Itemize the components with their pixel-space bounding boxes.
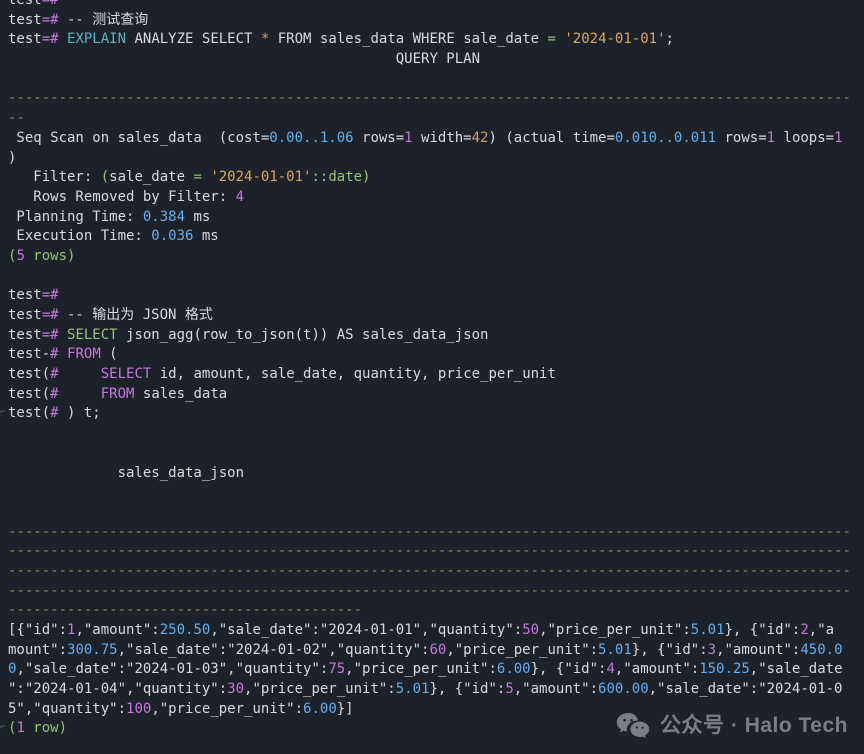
terminal-line: Execution Time: 0.036 ms xyxy=(8,228,219,245)
wechat-icon xyxy=(616,713,650,739)
terminal-line: ----------------------------------------… xyxy=(8,562,851,579)
line-marker-icon: ⌐ xyxy=(0,407,7,419)
watermark: 公众号 · Halo Tech xyxy=(616,712,848,740)
terminal-line: test=# xyxy=(8,287,59,304)
terminal-line: test-# FROM ( xyxy=(8,346,118,363)
terminal-line: test(# SELECT id, amount, sale_date, qua… xyxy=(8,366,556,383)
terminal-line: mount":300.75,"sale_date":"2024-01-02","… xyxy=(8,641,843,658)
watermark-text: 公众号 · Halo Tech xyxy=(660,714,848,738)
terminal-line: test=# -- 测试查询 xyxy=(8,11,149,28)
terminal-output: test=# test=# -- 测试查询 test=# EXPLAIN ANALY… xyxy=(0,0,856,739)
terminal-line: sales_data_json xyxy=(117,464,245,481)
line-marker-icon: ⌐ xyxy=(0,722,7,734)
terminal-line: [{"id":1,"amount":250.50,"sale_date":"20… xyxy=(8,622,835,638)
terminal-line: test(# FROM sales_data xyxy=(8,385,228,402)
terminal-line: ) xyxy=(8,149,17,166)
terminal-line: Filter: (sale_date = '2024-01-01'::date) xyxy=(8,169,371,186)
terminal-line: test=# xyxy=(8,0,59,8)
terminal-line: ----------------------------------------… xyxy=(8,90,851,107)
terminal-line: test=# EXPLAIN ANALYZE SELECT * FROM sal… xyxy=(8,31,674,48)
terminal-line: ⌐ test(# ) t; xyxy=(0,405,101,422)
terminal-line: ----------------------------------------… xyxy=(8,523,851,540)
terminal-line: ----------------------------------------… xyxy=(8,602,363,619)
terminal-window[interactable]: test=# test=# -- 测试查询 test=# EXPLAIN ANALY… xyxy=(0,0,864,754)
terminal-line: test=# SELECT json_agg(row_to_json(t)) A… xyxy=(8,326,489,343)
terminal-line: Rows Removed by Filter: 4 xyxy=(8,188,245,205)
terminal-line: test=# -- 输出为 JSON 格式 xyxy=(8,307,213,323)
terminal-line: QUERY PLAN xyxy=(395,51,481,68)
terminal-line: -- xyxy=(8,110,25,127)
terminal-line: 0,"sale_date":"2024-01-03","quantity":75… xyxy=(8,661,843,678)
terminal-line: Planning Time: 0.384 ms xyxy=(8,208,211,225)
terminal-line: ":"2024-01-04","quantity":30,"price_per_… xyxy=(8,681,843,698)
terminal-line: ----------------------------------------… xyxy=(8,543,851,560)
terminal-line: (5 rows) xyxy=(8,247,76,264)
terminal-line: Seq Scan on sales_data (cost=0.00..1.06 … xyxy=(8,129,843,146)
terminal-line: ----------------------------------------… xyxy=(8,582,851,599)
